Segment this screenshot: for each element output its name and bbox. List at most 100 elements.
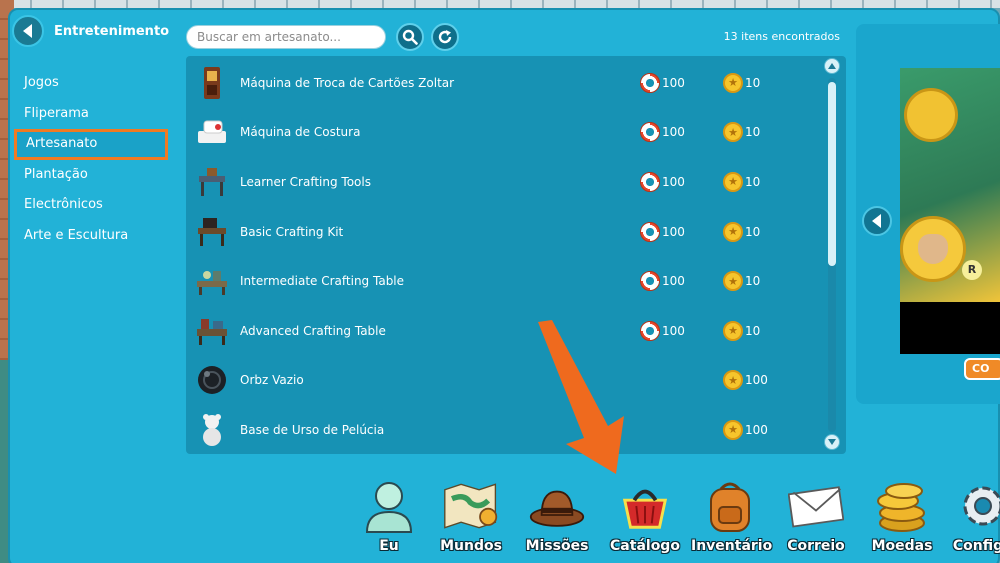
- dock-item-eu[interactable]: Eu: [350, 476, 428, 563]
- coin-price: ★ 100: [723, 370, 768, 391]
- dock-item-correio[interactable]: Correio: [777, 476, 855, 563]
- gear-icon: [955, 478, 1000, 534]
- registered-badge: R: [962, 260, 982, 280]
- list-item[interactable]: Base de Urso de Pelúcia ★ 100: [186, 405, 816, 455]
- list-item[interactable]: Máquina de Costura 100 ★ 10: [186, 108, 816, 158]
- backpack-icon: [702, 478, 758, 534]
- dock-label: Mundos: [440, 538, 502, 554]
- zoltar-machine-icon: [194, 65, 230, 101]
- basket-icon: [617, 478, 673, 534]
- coin-amount: 10: [745, 274, 761, 289]
- crafting-table-icon: [194, 263, 230, 299]
- coin-price: ★ 100: [723, 419, 768, 440]
- dock-item-mundos[interactable]: Mundos: [432, 476, 510, 563]
- search-icon: [402, 29, 418, 45]
- back-button[interactable]: [12, 15, 44, 47]
- coin-icon: ★: [723, 171, 743, 192]
- coin-amount: 10: [745, 125, 761, 140]
- coin-price: ★ 10: [723, 221, 760, 242]
- teddy-bear-icon: [194, 412, 230, 448]
- coin-price: ★ 10: [723, 271, 761, 292]
- dock-item-configuracoes[interactable]: Configu: [944, 476, 1000, 563]
- coin-icon: ★: [723, 370, 743, 391]
- coin-icon: ★: [723, 72, 743, 93]
- coin-icon: ★: [723, 419, 743, 440]
- lifering-amount: 100: [662, 125, 685, 140]
- dock-item-catalogo[interactable]: Catálogo: [606, 476, 684, 563]
- item-name: Máquina de Troca de Cartões Zoltar: [240, 75, 455, 90]
- coin-amount: 10: [745, 323, 761, 338]
- dock-label: Eu: [379, 538, 399, 554]
- chevron-left-icon: [871, 214, 881, 228]
- coin-price: ★ 10: [723, 122, 761, 143]
- sidebar-item-plantacao[interactable]: Plantação: [12, 160, 172, 191]
- category-list: Jogos Fliperama Artesanato Plantação Ele…: [12, 68, 172, 251]
- lifering-price: 100: [640, 122, 685, 143]
- lifering-price: 100: [640, 271, 685, 292]
- lifering-amount: 100: [662, 323, 685, 338]
- list-scrollbar[interactable]: [824, 58, 840, 454]
- item-name: Máquina de Costura: [240, 125, 361, 140]
- promo-banner: R CO: [856, 24, 1000, 404]
- coin-icon: ★: [723, 122, 743, 143]
- item-name: Orbz Vazio: [240, 373, 304, 388]
- promo-image[interactable]: R: [900, 68, 1000, 302]
- result-count: 13 itens encontrados: [723, 30, 840, 43]
- lifering-price: 100: [640, 171, 685, 192]
- chevron-down-icon: [828, 439, 836, 445]
- lifering-icon: [640, 320, 660, 341]
- lifering-icon: [640, 72, 660, 93]
- dock-item-missoes[interactable]: Missões: [518, 476, 596, 563]
- sidebar-item-fliperama[interactable]: Fliperama: [12, 99, 172, 130]
- dock-label: Configu: [952, 538, 1000, 554]
- coin-price: ★ 10: [723, 171, 760, 192]
- envelope-icon: [788, 478, 844, 534]
- list-item[interactable]: Learner Crafting Tools 100 ★ 10: [186, 157, 816, 207]
- search-input[interactable]: [186, 25, 386, 49]
- coins-icon: [874, 478, 930, 534]
- orb-icon: [194, 362, 230, 398]
- lifering-amount: 100: [662, 224, 685, 239]
- dock-label: Missões: [525, 538, 589, 554]
- coin-amount: 100: [745, 422, 768, 437]
- item-name: Basic Crafting Kit: [240, 224, 344, 239]
- scroll-thumb[interactable]: [828, 82, 836, 266]
- crafting-tools-icon: [194, 164, 230, 200]
- sidebar-item-artesanato[interactable]: Artesanato: [14, 129, 168, 160]
- lifering-price: 100: [640, 221, 685, 242]
- sidebar-item-jogos[interactable]: Jogos: [12, 68, 172, 99]
- list-item[interactable]: Advanced Crafting Table 100 ★ 10: [186, 306, 816, 356]
- list-item[interactable]: Intermediate Crafting Table 100 ★ 10: [186, 256, 816, 306]
- dock-label: Catálogo: [610, 538, 680, 554]
- map-icon: [443, 478, 499, 534]
- item-name: Base de Urso de Pelúcia: [240, 422, 385, 437]
- sewing-machine-icon: [194, 114, 230, 150]
- lifering-icon: [640, 221, 660, 242]
- dock-label: Moedas: [871, 538, 933, 554]
- sidebar-title: Entretenimento: [54, 23, 170, 39]
- avatar-icon: [361, 478, 417, 534]
- lifering-icon: [640, 271, 660, 292]
- lifering-amount: 100: [662, 174, 685, 189]
- banner-prev-button[interactable]: [862, 206, 892, 236]
- coin-price: ★ 10: [723, 72, 760, 93]
- list-item[interactable]: Basic Crafting Kit 100 ★ 10: [186, 207, 816, 257]
- promo-button[interactable]: CO: [964, 358, 1000, 380]
- dock-item-moedas[interactable]: Moedas: [863, 476, 941, 563]
- search-button[interactable]: [396, 23, 424, 51]
- list-item[interactable]: Máquina de Troca de Cartões Zoltar 100 ★…: [186, 58, 816, 108]
- dock-item-inventario[interactable]: Inventário: [691, 476, 772, 563]
- bottom-dock: Eu Mundos Missões Catálogo Inventário Co…: [350, 476, 1000, 563]
- coin-price: ★ 10: [723, 320, 761, 341]
- chevron-left-icon: [22, 24, 32, 38]
- sidebar-header: Entretenimento: [12, 14, 172, 48]
- scroll-down-button[interactable]: [824, 434, 840, 450]
- scroll-up-button[interactable]: [824, 58, 840, 74]
- refresh-button[interactable]: [431, 23, 459, 51]
- sidebar-item-arte-e-escultura[interactable]: Arte e Escultura: [12, 221, 172, 252]
- lifering-icon: [640, 171, 660, 192]
- item-name: Learner Crafting Tools: [240, 174, 371, 189]
- list-item[interactable]: Orbz Vazio ★ 100: [186, 356, 816, 406]
- hat-icon: [529, 478, 585, 534]
- sidebar-item-electronicos[interactable]: Electrônicos: [12, 190, 172, 221]
